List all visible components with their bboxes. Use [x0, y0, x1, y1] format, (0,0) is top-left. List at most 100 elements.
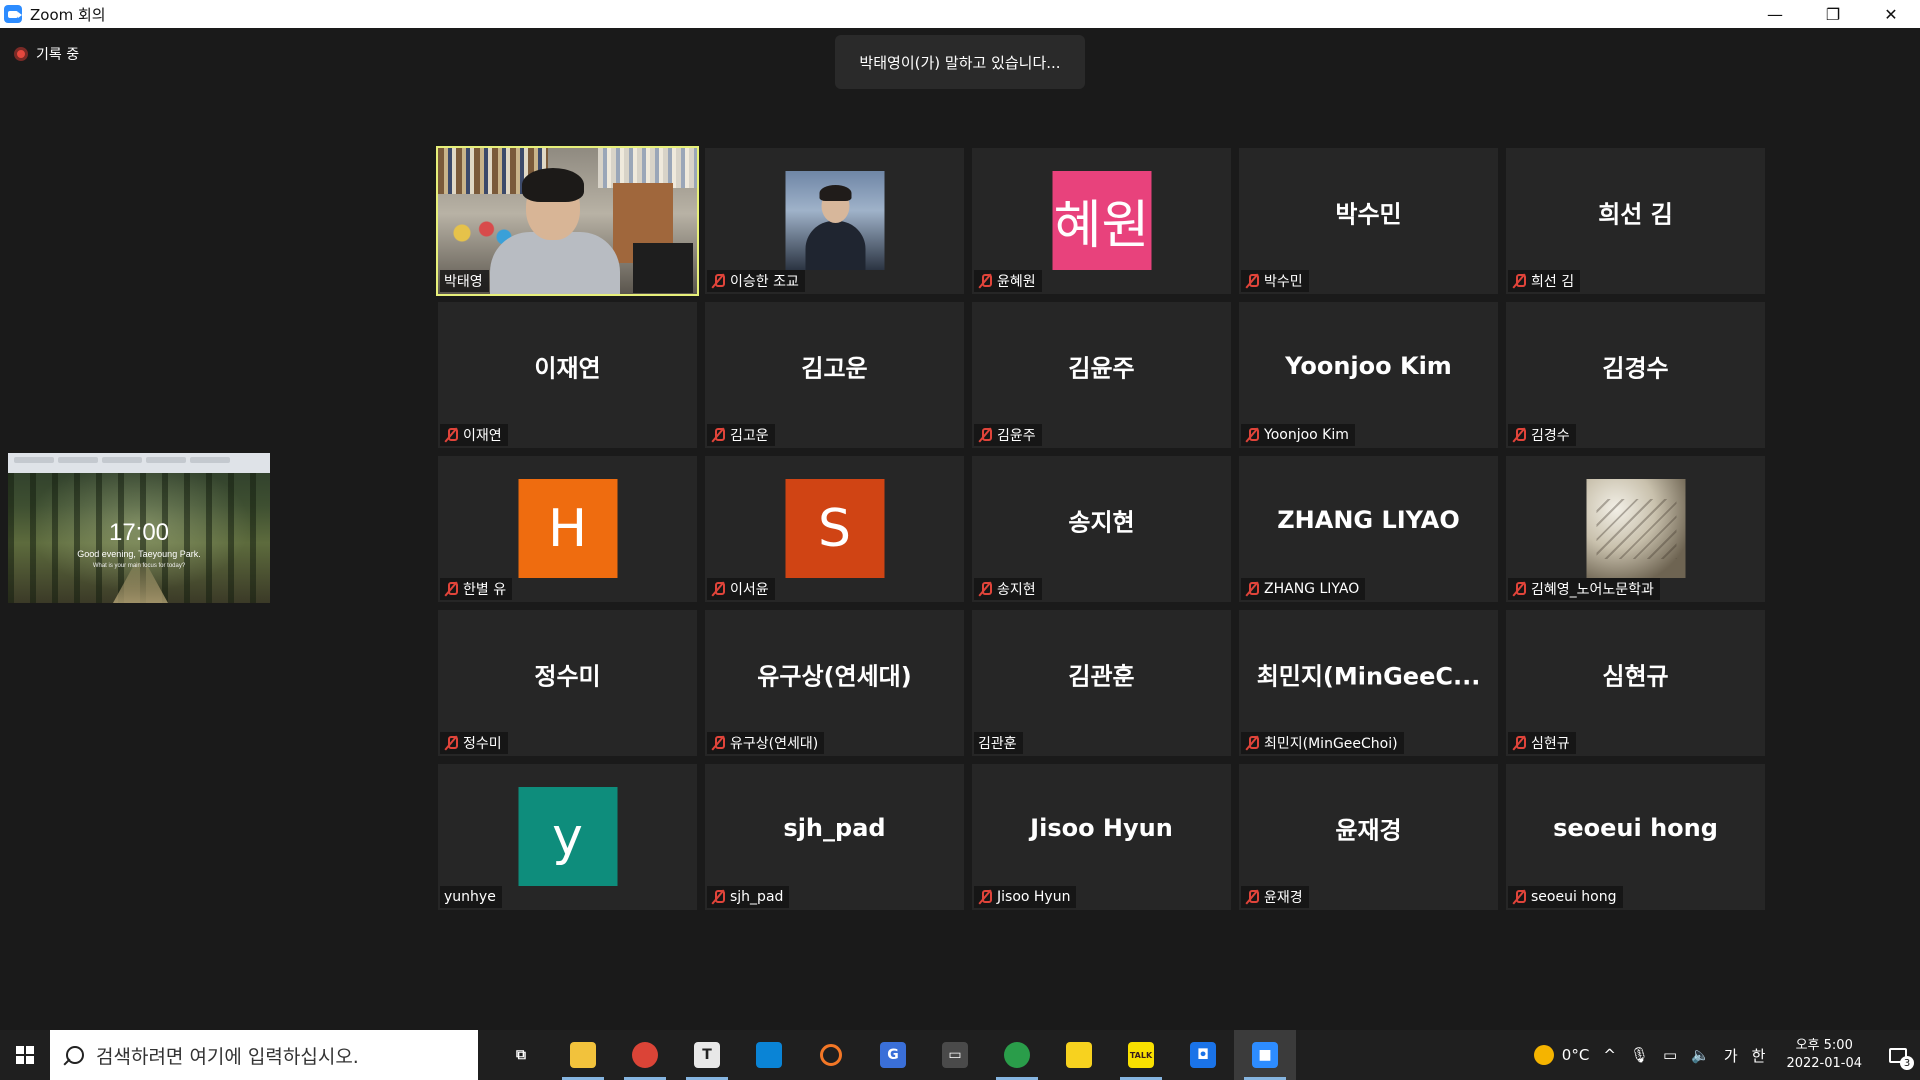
participant-tile[interactable]: 심현규 심현규 [1506, 610, 1765, 756]
participant-tile[interactable]: y yunhye [438, 764, 697, 910]
taskbar-app-button[interactable] [614, 1030, 676, 1080]
taskbar-app-button[interactable]: ◘ [1172, 1030, 1234, 1080]
avatar: 혜원 [1052, 171, 1151, 270]
volume-icon[interactable]: 🔈 [1684, 1030, 1717, 1080]
file-explorer-icon [570, 1042, 596, 1068]
kakaotalk-icon: TALK [1128, 1042, 1154, 1068]
participant-tile[interactable]: Jisoo Hyun Jisoo Hyun [972, 764, 1231, 910]
participant-name-label: Jisoo Hyun [974, 886, 1077, 908]
taskbar-clock[interactable]: 오후 5:00 2022-01-04 [1772, 1037, 1876, 1073]
participant-name-label: 최민지(MinGeeChoi) [1241, 732, 1404, 754]
participant-tile[interactable]: 김관훈 김관훈 [972, 610, 1231, 756]
participant-display-name: 김경수 [1602, 354, 1669, 383]
start-button[interactable] [0, 1030, 50, 1080]
taskbar-app-button[interactable] [1048, 1030, 1110, 1080]
restore-button[interactable]: ❐ [1804, 0, 1862, 28]
typora-icon: T [694, 1042, 720, 1068]
chrome-icon [632, 1042, 658, 1068]
participant-tile[interactable]: 이재연 이재연 [438, 302, 697, 448]
participant-tile[interactable]: 유구상(연세대) 유구상(연세대) [705, 610, 964, 756]
taskbar-app-button[interactable]: T [676, 1030, 738, 1080]
participant-tile[interactable]: seoeui hong seoeui hong [1506, 764, 1765, 910]
title-bar: Zoom 회의 — ❐ ✕ [0, 0, 1920, 28]
participant-tile[interactable]: 김윤주 김윤주 [972, 302, 1231, 448]
mic-muted-icon [711, 582, 725, 596]
participant-name-label: 김혜영_노어노문학과 [1508, 578, 1660, 600]
participant-tile[interactable]: sjh_pad sjh_pad [705, 764, 964, 910]
show-hidden-icons-chevron[interactable]: ^ [1596, 1030, 1623, 1080]
participant-display-name: Yoonjoo Kim [1285, 352, 1452, 380]
terminal-icon: ▭ [942, 1042, 968, 1068]
mic-muted-icon [711, 274, 725, 288]
participant-name: 김윤주 [997, 428, 1036, 444]
participant-tile[interactable]: 박태영 [436, 146, 699, 296]
chrome-profile-icon [1004, 1042, 1030, 1068]
recording-indicator[interactable]: 기록 중 [14, 44, 79, 64]
participant-display-name: 김윤주 [1068, 354, 1135, 383]
taskbar-search-box[interactable]: 검색하려면 여기에 입력하십시오. [50, 1030, 478, 1080]
participant-tile[interactable]: 송지현 송지현 [972, 456, 1231, 602]
participant-tile[interactable]: 혜원 윤혜원 [972, 148, 1231, 294]
participant-tile[interactable]: ZHANG LIYAO ZHANG LIYAO [1239, 456, 1498, 602]
weather-widget[interactable]: 0°C [1527, 1030, 1597, 1080]
battery-icon[interactable]: ▭ [1656, 1030, 1684, 1080]
participant-name: 김관훈 [978, 736, 1017, 752]
clock-date: 2022-01-04 [1786, 1056, 1862, 1071]
notification-center-button[interactable]: 3 [1876, 1030, 1920, 1080]
ime-mode-han[interactable]: 한 [1745, 1030, 1773, 1080]
vscode-icon [756, 1042, 782, 1068]
taskbar-app-button[interactable]: G [862, 1030, 924, 1080]
taskbar-app-button[interactable] [800, 1030, 862, 1080]
minimize-button[interactable]: — [1746, 0, 1804, 28]
participant-name-label: 이서윤 [707, 578, 775, 600]
screen-share-thumbnail[interactable]: 17:00 Good evening, Taeyoung Park. What … [8, 453, 270, 603]
participant-tile[interactable]: 이승한 조교 [705, 148, 964, 294]
taskbar-app-button[interactable] [738, 1030, 800, 1080]
ime-mode-ga[interactable]: 가 [1717, 1030, 1745, 1080]
taskbar-app-button[interactable] [552, 1030, 614, 1080]
taskbar-app-button[interactable]: ■ [1234, 1030, 1296, 1080]
participant-tile[interactable]: 희선 김 희선 김 [1506, 148, 1765, 294]
participant-name-label: 이재연 [440, 424, 508, 446]
participant-tile[interactable]: H 한별 유 [438, 456, 697, 602]
mic-muted-icon [711, 428, 725, 442]
taskbar-app-button[interactable]: ⧉ [490, 1030, 552, 1080]
mic-muted-icon [1245, 736, 1259, 750]
weather-temp: 0°C [1561, 1046, 1590, 1064]
sticky-notes-icon [1066, 1042, 1092, 1068]
participant-name-label: 한별 유 [440, 578, 513, 600]
browser-tab-strip [8, 453, 270, 473]
participant-name-label: 박태영 [440, 270, 489, 292]
participant-tile[interactable]: 김혜영_노어노문학과 [1506, 456, 1765, 602]
participant-display-name: 김고운 [801, 354, 868, 383]
participant-tile[interactable]: 최민지(MinGeeC... 최민지(MinGeeChoi) [1239, 610, 1498, 756]
mic-muted-icon [1245, 890, 1259, 904]
participant-name: 이재연 [463, 428, 502, 444]
jupyter-icon [820, 1044, 842, 1066]
record-icon [14, 47, 28, 61]
clock-time: 오후 5:00 [1795, 1038, 1853, 1053]
participant-display-name: 유구상(연세대) [757, 662, 912, 691]
participant-tile[interactable]: 김고운 김고운 [705, 302, 964, 448]
mic-muted-icon [444, 736, 458, 750]
participant-name: 유구상(연세대) [730, 736, 819, 752]
mic-muted-icon [711, 736, 725, 750]
taskbar-app-button[interactable]: TALK [1110, 1030, 1172, 1080]
recording-label: 기록 중 [36, 47, 80, 63]
participant-tile[interactable]: 김경수 김경수 [1506, 302, 1765, 448]
participant-tile[interactable]: 박수민 박수민 [1239, 148, 1498, 294]
microphone-icon[interactable]: 🎙 [1623, 1030, 1656, 1080]
participant-display-name: 김관훈 [1068, 662, 1135, 691]
participant-tile[interactable]: S 이서윤 [705, 456, 964, 602]
participant-tile[interactable]: 정수미 정수미 [438, 610, 697, 756]
taskbar-app-button[interactable]: ▭ [924, 1030, 986, 1080]
close-button[interactable]: ✕ [1862, 0, 1920, 28]
participant-display-name: 윤재경 [1335, 816, 1402, 845]
participant-tile[interactable]: 윤재경 윤재경 [1239, 764, 1498, 910]
taskbar-app-button[interactable] [986, 1030, 1048, 1080]
search-placeholder: 검색하려면 여기에 입력하십시오. [96, 1045, 359, 1068]
mic-muted-icon [978, 890, 992, 904]
task-view-icon: ⧉ [516, 1047, 526, 1063]
participant-tile[interactable]: Yoonjoo Kim Yoonjoo Kim [1239, 302, 1498, 448]
participant-name-label: yunhye [440, 886, 502, 908]
